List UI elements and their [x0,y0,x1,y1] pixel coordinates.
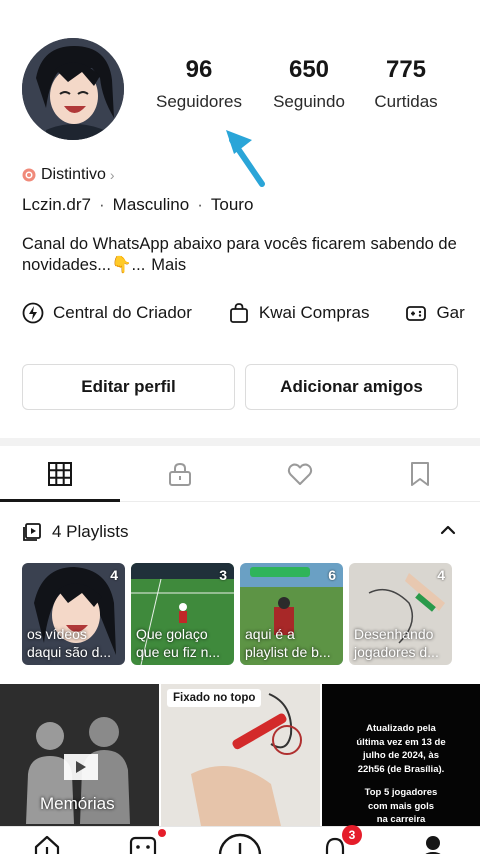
bookmark-icon [411,462,429,486]
active-tab-indicator [0,499,120,502]
chevron-up-icon[interactable] [438,520,458,540]
tab-liked[interactable] [240,446,360,502]
bag-icon [230,303,248,323]
badge-seal-icon [22,168,36,182]
tab-saved[interactable] [360,446,480,502]
creator-center-label: Central do Criador [53,303,192,322]
bolt-icon [22,302,44,324]
annotation-arrow-icon [226,130,265,187]
followers-stat[interactable]: 96 Seguidores [154,56,244,112]
tab-posts[interactable] [0,446,120,502]
section-divider [0,438,480,446]
video-cell[interactable]: Atualizado pela última vez em 13 de julh… [322,684,480,826]
separator-dot: · [98,195,105,214]
badge-label: Distintivo [41,166,106,183]
playlist-caption: Desenhando jogadores d... [354,626,439,660]
pinned-video-cell[interactable]: Fixado no topo [161,684,320,826]
bio-text: Canal do WhatsApp abaixo para vocês fica… [22,235,457,274]
followers-label: Seguidores [155,92,242,111]
discover-new-dot [158,829,166,837]
playlist-card[interactable]: 4 os vídeos daqui são d... [22,563,125,665]
likes-stat[interactable]: 775 Curtidas [366,56,446,112]
add-friends-button[interactable]: Adicionar amigos [245,364,458,410]
memories-label: Memórias [40,794,115,813]
playlist-count: 3 [219,567,227,583]
playlists-title: 4 Playlists [52,522,129,541]
playlists-header[interactable]: 4 Playlists [22,518,458,546]
playlist-icon [23,523,41,541]
playlist-card[interactable]: 6 aqui é a playlist de b... [240,563,343,665]
games-label: Gar [436,303,465,322]
likes-count: 775 [385,56,427,83]
profile-bio: Canal do WhatsApp abaixo para vocês fica… [22,234,462,276]
likes-label: Curtidas [374,92,438,111]
following-stat[interactable]: 650 Seguindo [264,56,354,112]
playlist-count: 4 [437,567,445,583]
profile-avatar[interactable] [22,38,124,140]
playlist-count: 6 [328,567,336,583]
playlist-caption: Que golaço que eu fiz n... [136,626,221,660]
pinned-badge: Fixado no topo [167,689,262,707]
profile-meta: Lczin.dr7 · Masculino · Touro [22,195,253,215]
bio-more-link[interactable]: Mais [151,256,186,274]
gender: Masculino [112,195,190,214]
bottom-navigation: 3 [0,825,480,854]
followers-count: 96 [185,56,213,83]
content-tabs [0,446,480,502]
playlist-card[interactable]: 3 Que golaço que eu fiz n... [131,563,234,665]
video-text-overlay: Atualizado pela última vez em 13 de julh… [322,722,480,826]
chevron-right-icon: › [109,167,115,183]
create-icon[interactable] [218,833,262,854]
lock-icon [169,462,191,486]
gamepad-icon [406,306,427,321]
profile-stats: 96 Seguidores 650 Seguindo 775 Curtidas [140,56,460,126]
username: Lczin.dr7 [22,195,91,214]
kwai-shop-link[interactable]: Kwai Compras [228,302,370,324]
following-count: 650 [288,56,330,83]
playlist-count: 4 [110,567,118,583]
video-grid: Memórias Fixado no topo Atualizado pela … [0,684,480,826]
following-label: Seguindo [273,92,345,111]
playlist-caption: aqui é a playlist de b... [245,626,331,660]
grid-icon [48,462,72,486]
memories-cell[interactable]: Memórias [0,684,159,826]
creator-center-link[interactable]: Central do Criador [22,302,192,324]
profile-icon[interactable] [418,833,448,854]
notification-count-badge: 3 [342,825,362,845]
top-players-text: Top 5 jogadores com mais gols na carreir… [364,787,438,825]
separator-dot: · [197,195,203,214]
discover-icon[interactable] [128,833,158,854]
playlist-list: 4 os vídeos daqui são d... 3 Que golaço … [22,563,480,665]
playlist-caption: os vídeos daqui são d... [27,626,112,660]
edit-profile-button[interactable]: Editar perfil [22,364,235,410]
badge-link[interactable]: Distintivo › [22,166,115,184]
kwai-shop-label: Kwai Compras [258,303,370,322]
playlist-card[interactable]: 4 Desenhando jogadores d... [349,563,452,665]
home-icon[interactable] [32,833,62,854]
update-text: Atualizado pela última vez em 13 de julh… [356,723,446,775]
zodiac-sign: Touro [210,195,254,214]
profile-shortcuts: Central do Criador Kwai Compras Gar [22,300,480,326]
tab-private[interactable] [120,446,240,502]
games-link[interactable]: Gar [405,302,465,324]
heart-icon [287,463,313,485]
profile-header: 96 Seguidores 650 Seguindo 775 Curtidas [0,0,480,187]
